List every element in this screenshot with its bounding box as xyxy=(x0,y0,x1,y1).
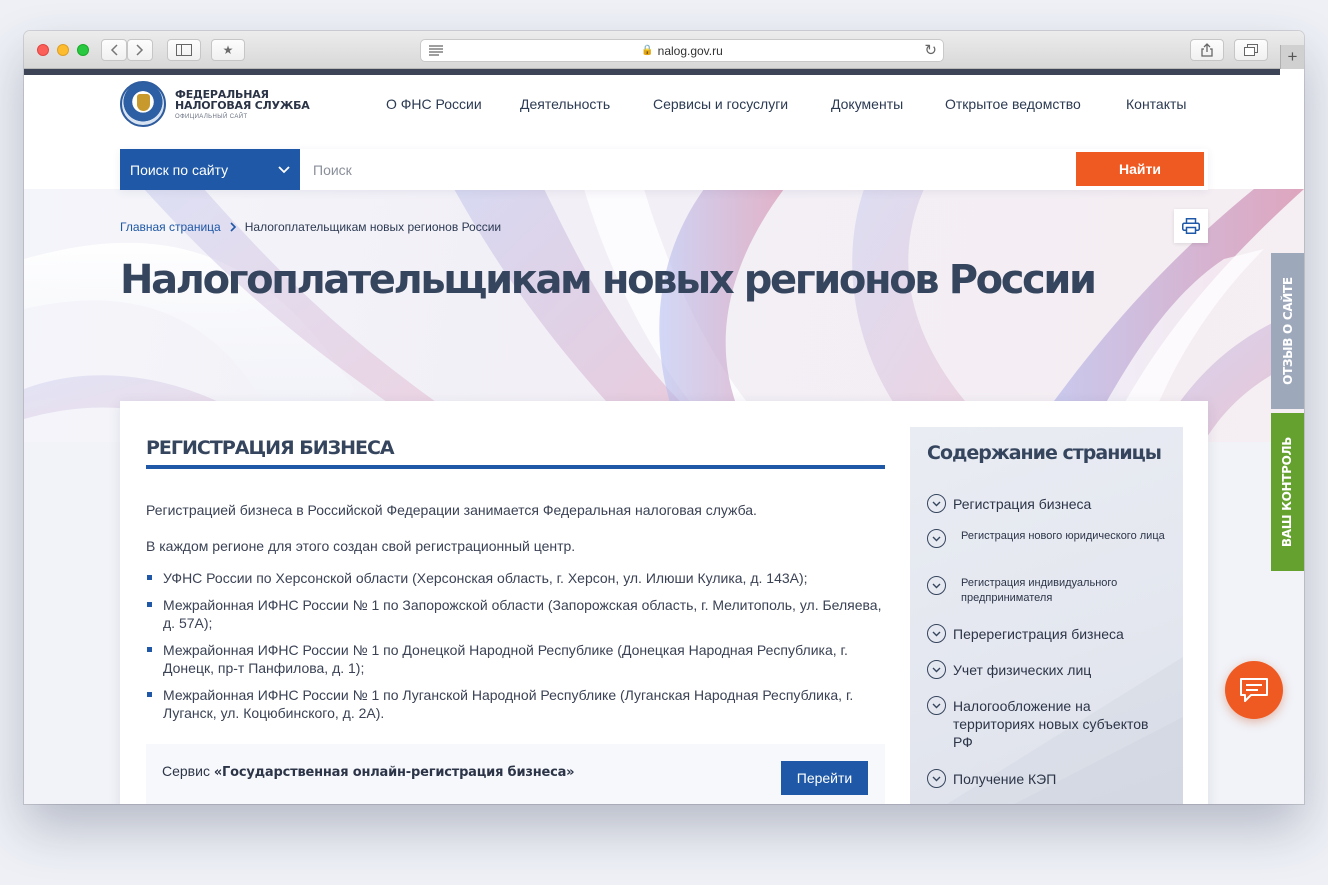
nav-documents[interactable]: Документы xyxy=(831,96,903,112)
site-search: Поиск по сайту Найти xyxy=(120,149,1208,190)
search-scope-select[interactable]: Поиск по сайту xyxy=(120,149,300,190)
chevron-down-circle-icon xyxy=(927,660,946,679)
toc-item-reregistration[interactable]: Перерегистрация бизнеса xyxy=(927,624,1124,643)
site-feedback-tab[interactable]: ОТЗЫВ О САЙТЕ xyxy=(1271,253,1304,409)
address-bar[interactable]: 🔒 nalog.gov.ru ↻ xyxy=(420,39,944,62)
print-icon xyxy=(1182,218,1200,234)
content-card: РЕГИСТРАЦИЯ БИЗНЕСА Регистрацией бизнеса… xyxy=(120,401,1208,804)
service-text: Сервис «Государственная онлайн-регистрац… xyxy=(162,763,575,780)
tabs-icon xyxy=(1244,44,1258,56)
bookmarks-button[interactable]: ★ xyxy=(211,39,245,61)
reader-icon xyxy=(429,45,443,56)
intro-paragraph: Регистрацией бизнеса в Российской Федера… xyxy=(146,502,757,518)
service-prefix: Сервис xyxy=(162,763,210,779)
your-control-tab[interactable]: ВАШ КОНТРОЛЬ xyxy=(1271,413,1304,571)
toc-item-label: Перерегистрация бизнеса xyxy=(953,626,1124,642)
breadcrumb-home-link[interactable]: Главная страница xyxy=(120,220,221,234)
browser-toolbar: ★ 🔒 nalog.gov.ru ↻ + xyxy=(24,31,1304,69)
toc-item-legal-entity[interactable]: Регистрация нового юридического лица xyxy=(927,529,1167,548)
toc-item-label: Получение КЭП xyxy=(953,771,1057,787)
back-button[interactable] xyxy=(101,39,127,61)
toc-item-label: Налогообложение на территориях новых суб… xyxy=(953,698,1149,750)
print-button[interactable] xyxy=(1174,209,1208,243)
sidebar-icon xyxy=(176,44,192,56)
list-item: УФНС России по Херсонской области (Херсо… xyxy=(146,569,891,587)
chat-button[interactable] xyxy=(1225,661,1283,719)
reload-icon[interactable]: ↻ xyxy=(924,41,937,59)
list-item: Межрайонная ИФНС России № 1 по Донецкой … xyxy=(146,641,891,677)
chevron-down-circle-icon xyxy=(927,696,946,715)
main-nav: О ФНС России Деятельность Сервисы и госу… xyxy=(24,96,1304,116)
new-tab-button[interactable]: + xyxy=(1280,45,1304,69)
search-scope-label: Поиск по сайту xyxy=(130,161,229,178)
nav-about-fns[interactable]: О ФНС России xyxy=(386,96,482,112)
your-control-label: ВАШ КОНТРОЛЬ xyxy=(1280,436,1295,548)
site-feedback-label: ОТЗЫВ О САЙТЕ xyxy=(1280,277,1295,385)
service-name: «Государственная онлайн-регистрация бизн… xyxy=(213,765,575,780)
address-url: nalog.gov.ru xyxy=(657,43,723,58)
toc-item-label: Регистрация бизнеса xyxy=(953,496,1092,512)
toc-item-individuals[interactable]: Учет физических лиц xyxy=(927,660,1091,679)
list-item: Межрайонная ИФНС России № 1 по Луганской… xyxy=(146,686,891,722)
lock-icon: 🔒 xyxy=(641,45,654,56)
toc-item-business-registration[interactable]: Регистрация бизнеса xyxy=(927,494,1091,513)
search-input[interactable] xyxy=(300,149,1076,190)
chevron-down-circle-icon xyxy=(927,624,946,643)
nav-open-agency[interactable]: Открытое ведомство xyxy=(945,96,1081,112)
share-button[interactable] xyxy=(1190,39,1224,61)
chevron-down-icon xyxy=(278,165,290,173)
nav-activity[interactable]: Деятельность xyxy=(520,96,610,112)
toc-item-label: Учет физических лиц xyxy=(953,662,1092,678)
nav-contacts[interactable]: Контакты xyxy=(1126,96,1186,112)
toc-item-label: Регистрация нового юридического лица xyxy=(961,530,1165,542)
bookmarks-icon: ★ xyxy=(222,43,234,57)
chevron-right-icon xyxy=(230,222,236,232)
page-title: Налогоплательщикам новых регионов России xyxy=(120,257,1097,303)
regional-centers-paragraph: В каждом регионе для этого создан свой р… xyxy=(146,538,576,554)
nav-services[interactable]: Сервисы и госуслуги xyxy=(653,96,788,112)
list-item: Межрайонная ИФНС России № 1 по Запорожск… xyxy=(146,596,891,632)
registration-centers-list: УФНС России по Херсонской области (Херсо… xyxy=(146,569,891,731)
go-to-service-button[interactable]: Перейти xyxy=(781,761,868,795)
chevron-down-circle-icon xyxy=(927,494,946,513)
search-submit-button[interactable]: Найти xyxy=(1076,152,1204,186)
toc-item-entrepreneur[interactable]: Регистрация индивидуального предпринимат… xyxy=(927,576,1167,606)
service-banner: Сервис «Государственная онлайн-регистрац… xyxy=(146,744,885,804)
toc-item-label: Регистрация индивидуального предпринимат… xyxy=(961,577,1118,604)
breadcrumb: Главная страница Налогоплательщикам новы… xyxy=(120,220,501,234)
chevron-down-circle-icon xyxy=(927,529,946,548)
browser-window: ★ 🔒 nalog.gov.ru ↻ + ФЕДЕРАЛЬНАЯ НАЛОГОВ… xyxy=(24,31,1304,804)
tabs-overview-button[interactable] xyxy=(1234,39,1268,61)
section-underline xyxy=(146,465,885,469)
breadcrumb-current: Налогоплательщикам новых регионов России xyxy=(244,220,502,234)
toc-title: Содержание страницы xyxy=(927,442,1162,464)
zoom-window-button[interactable] xyxy=(77,44,89,56)
minimize-window-button[interactable] xyxy=(57,44,69,56)
page-contents-panel: Содержание страницы Регистрация бизнеса … xyxy=(910,427,1183,804)
sidebar-button[interactable] xyxy=(167,39,201,61)
section-title: РЕГИСТРАЦИЯ БИЗНЕСА xyxy=(146,437,395,459)
toc-item-taxation[interactable]: Налогообложение на территориях новых суб… xyxy=(927,696,1172,751)
chevron-right-icon xyxy=(136,44,144,56)
forward-button[interactable] xyxy=(127,39,153,61)
toc-item-kep[interactable]: Получение КЭП xyxy=(927,769,1056,788)
share-icon xyxy=(1201,43,1213,57)
close-window-button[interactable] xyxy=(37,44,49,56)
chevron-down-circle-icon xyxy=(927,576,946,595)
chat-icon xyxy=(1240,678,1268,702)
chevron-left-icon xyxy=(110,44,118,56)
web-page: ФЕДЕРАЛЬНАЯ НАЛОГОВАЯ СЛУЖБА ОФИЦИАЛЬНЫЙ… xyxy=(24,75,1304,804)
chevron-down-circle-icon xyxy=(927,769,946,788)
